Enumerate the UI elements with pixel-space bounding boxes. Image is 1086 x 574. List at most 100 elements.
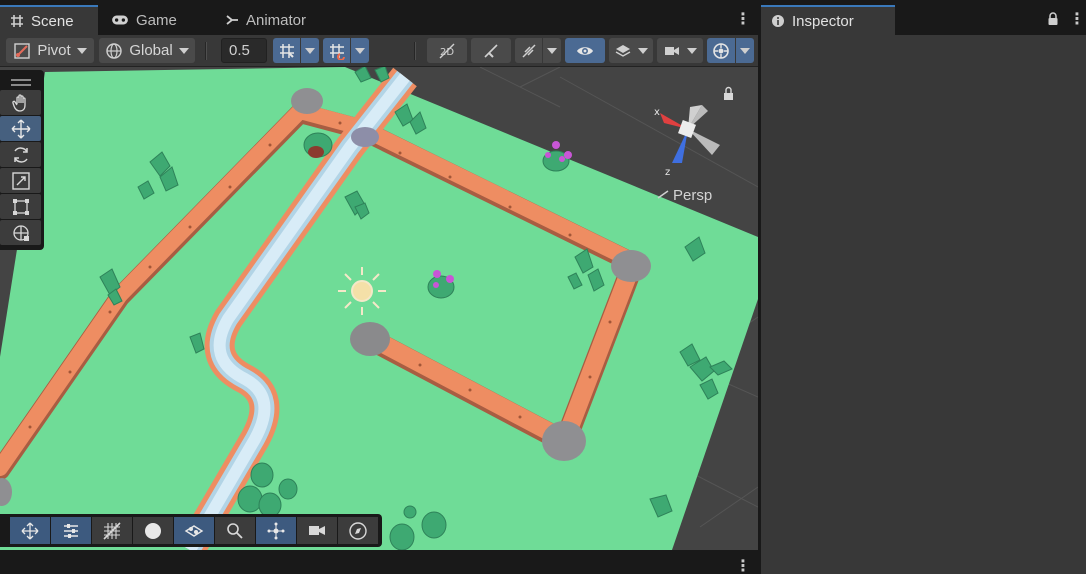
rect-transform-icon bbox=[12, 198, 29, 215]
drag-handle-icon[interactable] bbox=[0, 74, 41, 90]
gizmo-x-label: x bbox=[654, 107, 660, 118]
move-icon bbox=[21, 522, 39, 539]
audio-toggle-button[interactable] bbox=[515, 38, 542, 63]
chevron-down-icon bbox=[687, 47, 697, 54]
hand-tool-button[interactable] bbox=[0, 90, 41, 115]
overlay-settings-button[interactable] bbox=[51, 517, 91, 544]
overlay-grid-button[interactable] bbox=[92, 517, 132, 544]
tab-scene[interactable]: Scene bbox=[0, 5, 98, 35]
rotate-tool-button[interactable] bbox=[0, 142, 41, 167]
sliders-icon bbox=[64, 523, 78, 538]
pivot-label: Pivot bbox=[37, 42, 71, 59]
tab-inspector[interactable]: Inspector bbox=[761, 5, 895, 35]
chevron-down-icon bbox=[178, 47, 189, 54]
chevron-down-icon bbox=[76, 47, 87, 54]
increment-snap-dropdown[interactable] bbox=[351, 38, 369, 63]
pivot-dropdown[interactable]: Pivot bbox=[6, 38, 94, 63]
effects-dropdown[interactable] bbox=[543, 38, 561, 63]
inspector-panel bbox=[761, 35, 1086, 574]
move-icon bbox=[11, 119, 30, 138]
projection-label[interactable]: Persp bbox=[673, 187, 712, 204]
scene-visibility-button[interactable] bbox=[565, 38, 605, 63]
rotate-icon bbox=[13, 146, 28, 163]
tab-game[interactable]: Game bbox=[101, 5, 187, 35]
inspector-more-icon[interactable]: ⋮ bbox=[1069, 9, 1085, 29]
eye-icon bbox=[577, 46, 593, 55]
overlay-camera-button[interactable] bbox=[297, 517, 337, 544]
stump[interactable] bbox=[308, 146, 324, 158]
gizmos-dropdown[interactable] bbox=[736, 38, 754, 63]
scene-tab-bar: Scene Game Animator ⋮ bbox=[0, 0, 758, 35]
directional-light-icon[interactable] bbox=[338, 267, 386, 315]
tab-inspector-label: Inspector bbox=[792, 12, 854, 30]
navmesh-icon bbox=[184, 524, 204, 537]
global-label: Global bbox=[129, 42, 173, 59]
transform-tool-button[interactable] bbox=[0, 220, 41, 245]
global-dropdown[interactable]: Global bbox=[99, 38, 195, 63]
2d-icon: 2D bbox=[439, 43, 455, 58]
scene-more-icon[interactable]: ⋮ bbox=[735, 9, 751, 29]
overlay-nodes-button[interactable] bbox=[256, 517, 296, 544]
scene-toolbar: Pivot Global 2D bbox=[0, 35, 758, 67]
persp-indicator-icon bbox=[657, 190, 669, 199]
inspector-tab-bar: Inspector ⋮ bbox=[761, 0, 1086, 35]
grid-snap-button[interactable] bbox=[273, 38, 300, 63]
chevron-down-icon bbox=[547, 47, 557, 54]
overlay-search-button[interactable] bbox=[215, 517, 255, 544]
pivot-icon bbox=[14, 42, 31, 59]
tab-animator[interactable]: Animator bbox=[215, 5, 325, 35]
chevron-down-icon bbox=[740, 47, 750, 54]
lock-icon[interactable] bbox=[1047, 12, 1059, 26]
camera-dropdown[interactable] bbox=[657, 38, 703, 63]
tab-game-label: Game bbox=[136, 11, 177, 29]
scale-tool-button[interactable] bbox=[0, 168, 41, 193]
camera-icon bbox=[665, 46, 679, 55]
overlay-navmesh-button[interactable] bbox=[174, 517, 214, 544]
scale-icon bbox=[11, 171, 30, 190]
animator-icon bbox=[226, 15, 238, 25]
compass-icon bbox=[349, 521, 367, 540]
toolbar-separator bbox=[414, 42, 416, 60]
toolbar-separator bbox=[205, 42, 207, 60]
scene-canvas[interactable]: x z bbox=[0, 67, 758, 550]
grid-icon bbox=[11, 15, 23, 27]
scene-status-bar: ⋮ bbox=[0, 550, 758, 574]
chevron-down-icon bbox=[638, 47, 648, 54]
rect-tool-button[interactable] bbox=[0, 194, 41, 219]
effects-icon bbox=[521, 43, 536, 58]
sphere-icon bbox=[145, 522, 161, 539]
overlay-compass-button[interactable] bbox=[338, 517, 378, 544]
hand-icon bbox=[11, 93, 26, 112]
layers-dropdown[interactable] bbox=[609, 38, 653, 63]
increment-snap-button[interactable] bbox=[323, 38, 350, 63]
gamepad-icon bbox=[112, 15, 128, 25]
chevron-down-icon bbox=[355, 47, 365, 54]
bridge[interactable] bbox=[351, 127, 379, 147]
tab-scene-label: Scene bbox=[31, 12, 74, 30]
transform-icon bbox=[12, 224, 29, 241]
scene-view[interactable]: x z Persp bbox=[0, 67, 758, 550]
snap-increment-input[interactable] bbox=[221, 38, 267, 63]
nodes-icon bbox=[267, 522, 285, 539]
grid-snap-dropdown[interactable] bbox=[301, 38, 319, 63]
toggle-2d-button[interactable]: 2D bbox=[427, 38, 467, 63]
globe-icon bbox=[106, 42, 123, 59]
gizmo-lock-icon[interactable] bbox=[724, 86, 733, 101]
gizmo-z-label: z bbox=[665, 167, 670, 178]
status-more-icon[interactable]: ⋮ bbox=[735, 556, 751, 574]
chevron-down-icon bbox=[305, 47, 315, 54]
overlay-shaded-button[interactable] bbox=[133, 517, 173, 544]
overlay-move-button[interactable] bbox=[10, 517, 50, 544]
tools-palette bbox=[0, 70, 44, 250]
gizmos-button[interactable] bbox=[707, 38, 735, 63]
info-icon bbox=[772, 15, 784, 27]
orientation-gizmo[interactable]: x z bbox=[654, 105, 720, 178]
grid-icon bbox=[103, 521, 121, 540]
move-tool-button[interactable] bbox=[0, 116, 41, 141]
grid-snap-icon bbox=[279, 43, 294, 58]
camera-icon bbox=[309, 525, 325, 535]
increment-snap-icon bbox=[329, 43, 345, 60]
lighting-toggle-button[interactable] bbox=[471, 38, 511, 63]
gizmo-icon bbox=[713, 42, 729, 59]
search-icon bbox=[227, 522, 243, 539]
